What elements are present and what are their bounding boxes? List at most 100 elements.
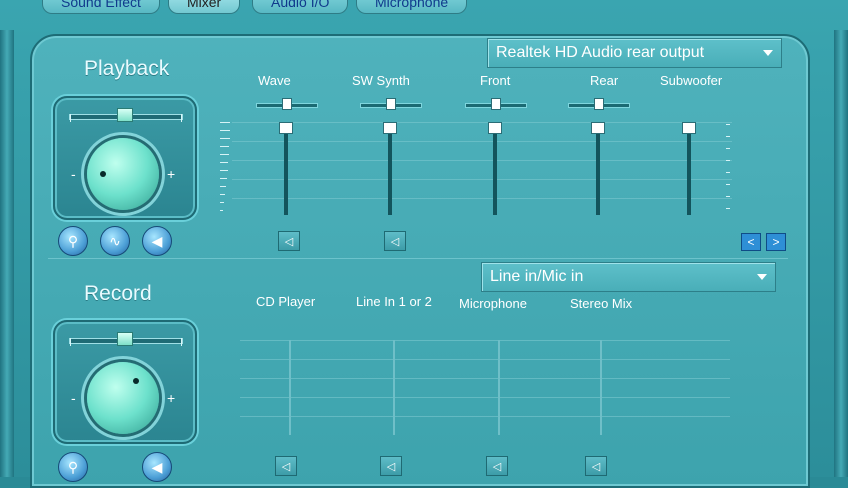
- scale-tick: [726, 136, 730, 137]
- playback-balance-thumb[interactable]: [117, 108, 133, 122]
- sw-synth-volume-fader[interactable]: [383, 122, 397, 215]
- tick: [181, 114, 182, 122]
- tuning-fork-icon: ⚲: [67, 232, 79, 249]
- wave-volume-fader[interactable]: [279, 122, 293, 215]
- next-channels-button[interactable]: >: [766, 233, 786, 251]
- knob-indicator: [100, 171, 106, 177]
- tab-bar: Sound Effect Mixer Audio I/O Microphone: [0, 0, 848, 16]
- chevron-down-icon: [757, 274, 767, 280]
- fader-thumb[interactable]: [591, 122, 605, 134]
- plus-label: +: [167, 166, 176, 182]
- equalizer-tool-button[interactable]: ⚲: [58, 226, 88, 256]
- tab-label: Mixer: [187, 0, 222, 10]
- sw-synth-mute-button[interactable]: ◁: [384, 231, 406, 251]
- fader-thumb[interactable]: [682, 122, 696, 134]
- knob-indicator: [133, 378, 139, 384]
- waveform-icon: ∿: [109, 232, 121, 249]
- stereo-mix-mute-button[interactable]: ◁: [585, 456, 607, 476]
- tab-label: Sound Effect: [61, 0, 141, 10]
- tick: [70, 338, 71, 346]
- scale-tick: [220, 146, 229, 147]
- grid-line: [232, 160, 732, 161]
- minus-label: -: [71, 390, 76, 406]
- playback-title: Playback: [84, 57, 170, 80]
- front-volume-fader[interactable]: [488, 122, 502, 215]
- level-scale-left: [220, 122, 230, 212]
- playback-grid: [232, 122, 732, 217]
- record-volume-panel: - +: [53, 320, 197, 444]
- fader-thumb[interactable]: [488, 122, 502, 134]
- speaker-icon: ◀: [151, 458, 163, 475]
- waveform-button[interactable]: ∿: [100, 226, 130, 256]
- channel-label-microphone: Microphone: [459, 296, 527, 311]
- microphone-fader-track[interactable]: [498, 340, 500, 435]
- microphone-mute-button[interactable]: ◁: [486, 456, 508, 476]
- channel-label-wave: Wave: [258, 73, 291, 88]
- record-tool-button[interactable]: ⚲: [58, 452, 88, 482]
- record-balance-thumb[interactable]: [117, 332, 133, 346]
- tab-sound-effect[interactable]: Sound Effect: [42, 0, 160, 14]
- speaker-icon: ◁: [492, 460, 502, 473]
- tab-label: Audio I/O: [271, 0, 330, 10]
- grid-line: [240, 416, 730, 417]
- channel-label-front: Front: [480, 73, 511, 88]
- balance-thumb[interactable]: [282, 98, 292, 110]
- grid-line: [232, 179, 732, 180]
- scale-tick: [220, 162, 228, 163]
- wave-balance-slider[interactable]: [256, 98, 318, 112]
- line-in-fader-track[interactable]: [393, 340, 395, 435]
- scale-tick: [726, 184, 730, 185]
- grid-line: [232, 198, 732, 199]
- level-scale-right: [726, 124, 736, 214]
- channel-label-sw-synth: SW Synth: [352, 73, 410, 88]
- scale-tick: [726, 172, 730, 173]
- rear-balance-slider[interactable]: [568, 98, 630, 112]
- scale-tick: [220, 210, 223, 211]
- sw-synth-balance-slider[interactable]: [360, 98, 422, 112]
- fader-rail: [687, 122, 691, 215]
- record-volume-knob[interactable]: [87, 362, 159, 434]
- grid-line: [240, 397, 730, 398]
- balance-thumb[interactable]: [594, 98, 604, 110]
- tab-mixer[interactable]: Mixer: [168, 0, 241, 14]
- cd-player-fader-track[interactable]: [289, 340, 291, 435]
- rear-volume-fader[interactable]: [591, 122, 605, 215]
- wave-mute-button[interactable]: ◁: [278, 231, 300, 251]
- playback-device-select[interactable]: Realtek HD Audio rear output: [487, 38, 782, 68]
- balance-thumb[interactable]: [491, 98, 501, 110]
- balance-thumb[interactable]: [386, 98, 396, 110]
- record-title: Record: [84, 282, 152, 305]
- channel-label-cd-player: CD Player: [256, 294, 316, 309]
- line-in-mute-button[interactable]: ◁: [380, 456, 402, 476]
- grid-line: [240, 340, 730, 341]
- mixer-window: Sound Effect Mixer Audio I/O Microphone …: [0, 0, 848, 488]
- tick: [181, 338, 182, 346]
- scale-tick: [726, 208, 730, 209]
- scale-tick: [726, 196, 730, 197]
- cd-player-mute-button[interactable]: ◁: [275, 456, 297, 476]
- left-rail: [0, 30, 14, 477]
- grid-line: [232, 122, 732, 123]
- scale-tick: [220, 170, 228, 171]
- tuning-fork-icon: ⚲: [67, 458, 79, 475]
- grid-line: [240, 378, 730, 379]
- playback-volume-knob[interactable]: [87, 138, 159, 210]
- stereo-mix-fader-track[interactable]: [600, 340, 602, 435]
- tab-microphone[interactable]: Microphone: [356, 0, 468, 14]
- record-speaker-button[interactable]: ◀: [142, 452, 172, 482]
- playback-volume-panel: - +: [53, 96, 197, 220]
- tab-label: Microphone: [375, 0, 449, 10]
- tab-audio-io[interactable]: Audio I/O: [252, 0, 349, 14]
- fader-thumb[interactable]: [279, 122, 293, 134]
- record-grid: [240, 340, 730, 435]
- record-device-select[interactable]: Line in/Mic in: [481, 262, 776, 292]
- front-balance-slider[interactable]: [465, 98, 527, 112]
- fader-thumb[interactable]: [383, 122, 397, 134]
- speaker-settings-button[interactable]: ◀: [142, 226, 172, 256]
- grid-line: [240, 359, 730, 360]
- section-divider: [48, 258, 788, 259]
- speaker-icon: ◁: [386, 460, 396, 473]
- fader-rail: [596, 122, 600, 215]
- subwoofer-volume-fader[interactable]: [682, 122, 696, 215]
- prev-channels-button[interactable]: <: [741, 233, 761, 251]
